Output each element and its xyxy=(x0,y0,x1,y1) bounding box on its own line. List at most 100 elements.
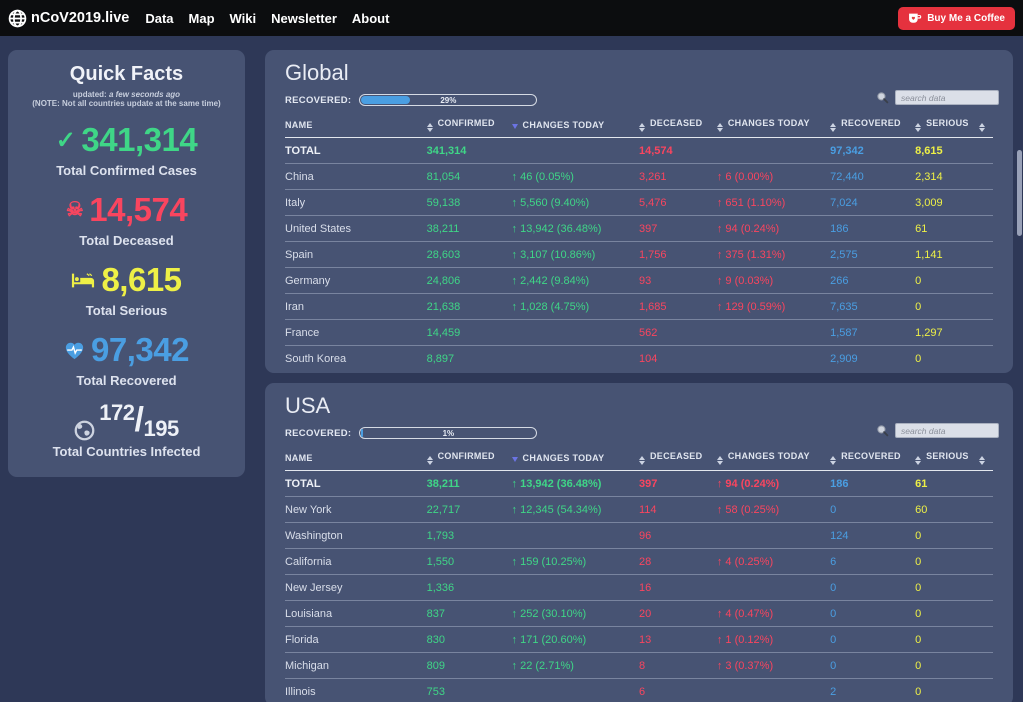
cell-confirmed: 24,806 xyxy=(427,268,512,294)
sort-icon xyxy=(427,456,433,465)
cell-name: Michigan xyxy=(285,653,427,679)
global-table: NAMECONFIRMEDCHANGES TODAYDECEASEDCHANGE… xyxy=(285,113,993,371)
buy-me-a-coffee-button[interactable]: Buy Me a Coffee xyxy=(898,7,1015,30)
cell-changes-confirmed xyxy=(512,575,639,601)
cell-recovered: 0 xyxy=(830,627,915,653)
cell-confirmed: 753 xyxy=(427,679,512,702)
column-header-confirmed[interactable]: CONFIRMED xyxy=(427,113,512,138)
column-header-recovered[interactable]: RECOVERED xyxy=(830,446,915,471)
table-row-california: California1,550↑ 159 (10.25%)28↑ 4 (0.25… xyxy=(285,549,993,575)
sort-icon xyxy=(979,123,985,132)
column-header-changes-today[interactable]: CHANGES TODAY xyxy=(512,446,639,471)
column-header-changes-today[interactable]: CHANGES TODAY xyxy=(717,113,830,138)
column-header-recovered[interactable]: RECOVERED xyxy=(830,113,915,138)
column-header-serious[interactable]: SERIOUS xyxy=(915,113,979,138)
search-icon xyxy=(876,91,889,104)
cell-serious: 1,297 xyxy=(915,320,979,346)
cell-name: California xyxy=(285,549,427,575)
column-header-serious[interactable]: SERIOUS xyxy=(915,446,979,471)
cell-changes-deceased xyxy=(717,320,830,346)
column-header-changes-today[interactable]: CHANGES TODAY xyxy=(717,446,830,471)
cell-name: Italy xyxy=(285,190,427,216)
column-header-changes-today[interactable]: CHANGES TODAY xyxy=(512,113,639,138)
table-row-new-jersey: New Jersey1,3361600 xyxy=(285,575,993,601)
cell-name: TOTAL xyxy=(285,138,427,164)
page-scrollbar-thumb[interactable] xyxy=(1017,150,1022,236)
usa-search-input[interactable] xyxy=(895,423,999,438)
check-icon: ✓ xyxy=(56,126,76,155)
cell-serious: 3,009 xyxy=(915,190,979,216)
coffee-button-label: Buy Me a Coffee xyxy=(927,13,1005,24)
table-row-washington: Washington1,793961240 xyxy=(285,523,993,549)
cell-confirmed: 59,138 xyxy=(427,190,512,216)
progress-percent-label: 1% xyxy=(360,429,536,438)
cell-deceased: 13 xyxy=(639,627,717,653)
cell-changes-confirmed: ↑ 46 (0.05%) xyxy=(512,164,639,190)
cell-deceased: 1,756 xyxy=(639,242,717,268)
stat-recovered-label: Total Recovered xyxy=(18,373,235,388)
globe-logo-icon xyxy=(8,9,27,28)
cell-name: Washington xyxy=(285,523,427,549)
cell-spacer xyxy=(979,653,993,679)
cell-changes-deceased xyxy=(717,346,830,372)
cell-spacer xyxy=(979,242,993,268)
cell-deceased: 6 xyxy=(639,679,717,702)
cell-confirmed: 14,459 xyxy=(427,320,512,346)
cell-spacer xyxy=(979,549,993,575)
cell-name: Iran xyxy=(285,294,427,320)
global-section: Global RECOVERED: 29% NAMECONFIRMEDCHANG… xyxy=(265,50,1013,373)
nav-item-data[interactable]: Data xyxy=(145,11,173,26)
column-header-deceased[interactable]: DECEASED xyxy=(639,113,717,138)
cell-changes-deceased xyxy=(717,138,830,164)
cell-changes-confirmed: ↑ 12,345 (54.34%) xyxy=(512,497,639,523)
column-header-confirmed[interactable]: CONFIRMED xyxy=(427,446,512,471)
column-header-name[interactable]: NAME xyxy=(285,113,427,138)
cell-recovered: 2 xyxy=(830,679,915,702)
cell-name: Louisiana xyxy=(285,601,427,627)
column-header-extra[interactable] xyxy=(979,446,993,471)
stat-countries-value: 172 / 195 xyxy=(99,401,178,440)
cell-serious: 2,314 xyxy=(915,164,979,190)
heart-pulse-icon xyxy=(64,341,85,360)
nav-item-map[interactable]: Map xyxy=(189,11,215,26)
cell-serious: 0 xyxy=(915,601,979,627)
cell-changes-confirmed xyxy=(512,320,639,346)
cell-deceased: 93 xyxy=(639,268,717,294)
stat-serious-label: Total Serious xyxy=(18,303,235,318)
cell-changes-deceased: ↑ 6 (0.00%) xyxy=(717,164,830,190)
sort-icon xyxy=(979,456,985,465)
sort-icon xyxy=(915,456,921,465)
cell-spacer xyxy=(979,575,993,601)
table-row-france: France14,4595621,5871,297 xyxy=(285,320,993,346)
cell-spacer xyxy=(979,627,993,653)
cell-serious: 1,141 xyxy=(915,242,979,268)
column-header-extra[interactable] xyxy=(979,113,993,138)
usa-table: NAMECONFIRMEDCHANGES TODAYDECEASEDCHANGE… xyxy=(285,446,993,702)
cell-changes-confirmed: ↑ 1,028 (4.75%) xyxy=(512,294,639,320)
cell-changes-confirmed: ↑ 13,942 (36.48%) xyxy=(512,216,639,242)
column-header-name[interactable]: NAME xyxy=(285,446,427,471)
cell-recovered: 0 xyxy=(830,653,915,679)
cell-changes-deceased: ↑ 1 (0.12%) xyxy=(717,627,830,653)
stat-recovered-value: 97,342 xyxy=(91,331,189,369)
cell-deceased: 20 xyxy=(639,601,717,627)
cell-changes-deceased xyxy=(717,523,830,549)
bed-icon xyxy=(71,272,95,289)
nav-menu: Data Map Wiki Newsletter About xyxy=(145,11,389,26)
cell-changes-confirmed: ↑ 2,442 (9.84%) xyxy=(512,268,639,294)
cell-serious: 0 xyxy=(915,575,979,601)
coffee-cup-icon xyxy=(908,13,922,24)
stat-countries: 172 / 195 Total Countries Infected xyxy=(18,401,235,459)
recovered-progress-bar: 29% xyxy=(359,94,537,106)
brand-link[interactable]: nCoV2019.live xyxy=(8,9,129,28)
cell-serious: 61 xyxy=(915,216,979,242)
cell-changes-confirmed: ↑ 13,942 (36.48%) xyxy=(512,471,639,497)
cell-recovered: 2,575 xyxy=(830,242,915,268)
sort-icon xyxy=(915,123,921,132)
nav-item-newsletter[interactable]: Newsletter xyxy=(271,11,337,26)
nav-item-about[interactable]: About xyxy=(352,11,390,26)
global-search-input[interactable] xyxy=(895,90,999,105)
nav-item-wiki[interactable]: Wiki xyxy=(230,11,257,26)
cell-changes-deceased: ↑ 3 (0.37%) xyxy=(717,653,830,679)
column-header-deceased[interactable]: DECEASED xyxy=(639,446,717,471)
